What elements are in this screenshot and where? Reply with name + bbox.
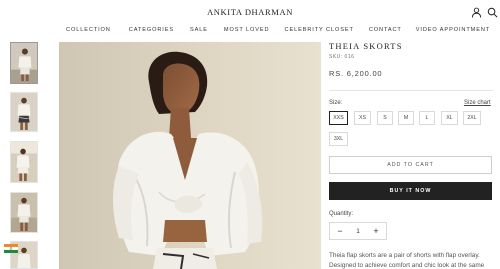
size-option-xxs[interactable]: XXS bbox=[329, 111, 348, 125]
size-chart-link[interactable]: Size chart bbox=[464, 100, 491, 106]
thumbnail-3[interactable] bbox=[10, 141, 38, 183]
thumbnail-4[interactable] bbox=[10, 192, 38, 233]
add-to-cart-button[interactable]: ADD TO CART bbox=[329, 156, 492, 174]
user-icon[interactable] bbox=[471, 7, 482, 18]
nav-item-categories[interactable]: CATEGORIES bbox=[129, 27, 174, 33]
size-option-xs[interactable]: XS bbox=[354, 111, 371, 125]
quantity-stepper: − 1 + bbox=[329, 222, 387, 240]
nav-item-celebrity-closet[interactable]: CELEBRITY CLOSET bbox=[285, 27, 354, 33]
nav-item-contact[interactable]: CONTACT bbox=[369, 27, 402, 33]
quantity-label: Quantity: bbox=[329, 211, 354, 217]
buy-it-now-button[interactable]: BUY IT NOW bbox=[329, 182, 492, 200]
product-sku: SKU: 016 bbox=[329, 54, 355, 60]
nav-item-most-loved[interactable]: MOST LOVED bbox=[224, 27, 270, 33]
nav-item-collection[interactable]: COLLECTION bbox=[66, 27, 111, 33]
nav-item-sale[interactable]: SALE bbox=[190, 27, 208, 33]
main-nav: COLLECTION CATEGORIES SALE MOST LOVED CE… bbox=[66, 27, 490, 33]
quantity-increase-button[interactable]: + bbox=[368, 223, 384, 239]
nav-item-video-appointment[interactable]: VIDEO APPOINTMENT bbox=[416, 27, 490, 33]
quantity-decrease-button[interactable]: − bbox=[332, 223, 348, 239]
size-option-s[interactable]: S bbox=[377, 111, 393, 125]
size-option-3xl[interactable]: 3XL bbox=[329, 132, 348, 146]
thumbnail-1[interactable] bbox=[10, 42, 38, 84]
search-icon[interactable] bbox=[487, 7, 498, 18]
quantity-input[interactable]: 1 bbox=[348, 223, 368, 239]
size-option-2xl[interactable]: 2XL bbox=[463, 111, 481, 125]
india-flag-icon[interactable] bbox=[4, 240, 18, 253]
size-option-m[interactable]: M bbox=[398, 111, 414, 125]
thumbnail-2[interactable] bbox=[10, 92, 38, 132]
description-line: Designed to achieve comfort and chic loo… bbox=[329, 261, 485, 269]
product-main-image[interactable] bbox=[59, 42, 321, 269]
brand-logo[interactable]: ANKITA DHARMAN bbox=[0, 7, 500, 17]
size-label: Size: bbox=[329, 100, 343, 106]
product-description: Theia flap skorts are a pair of shorts w… bbox=[329, 251, 497, 269]
size-option-xl[interactable]: XL bbox=[441, 111, 458, 125]
product-title: THEIA SKORTS bbox=[329, 41, 403, 51]
divider bbox=[329, 90, 493, 91]
product-price: RS. 6,200.00 bbox=[329, 69, 383, 78]
description-line: Theia flap skorts are a pair of shorts w… bbox=[329, 252, 480, 259]
site-header: ANKITA DHARMAN COLLECTION CATEGORIES SAL… bbox=[0, 0, 500, 40]
size-option-l[interactable]: L bbox=[419, 111, 435, 125]
